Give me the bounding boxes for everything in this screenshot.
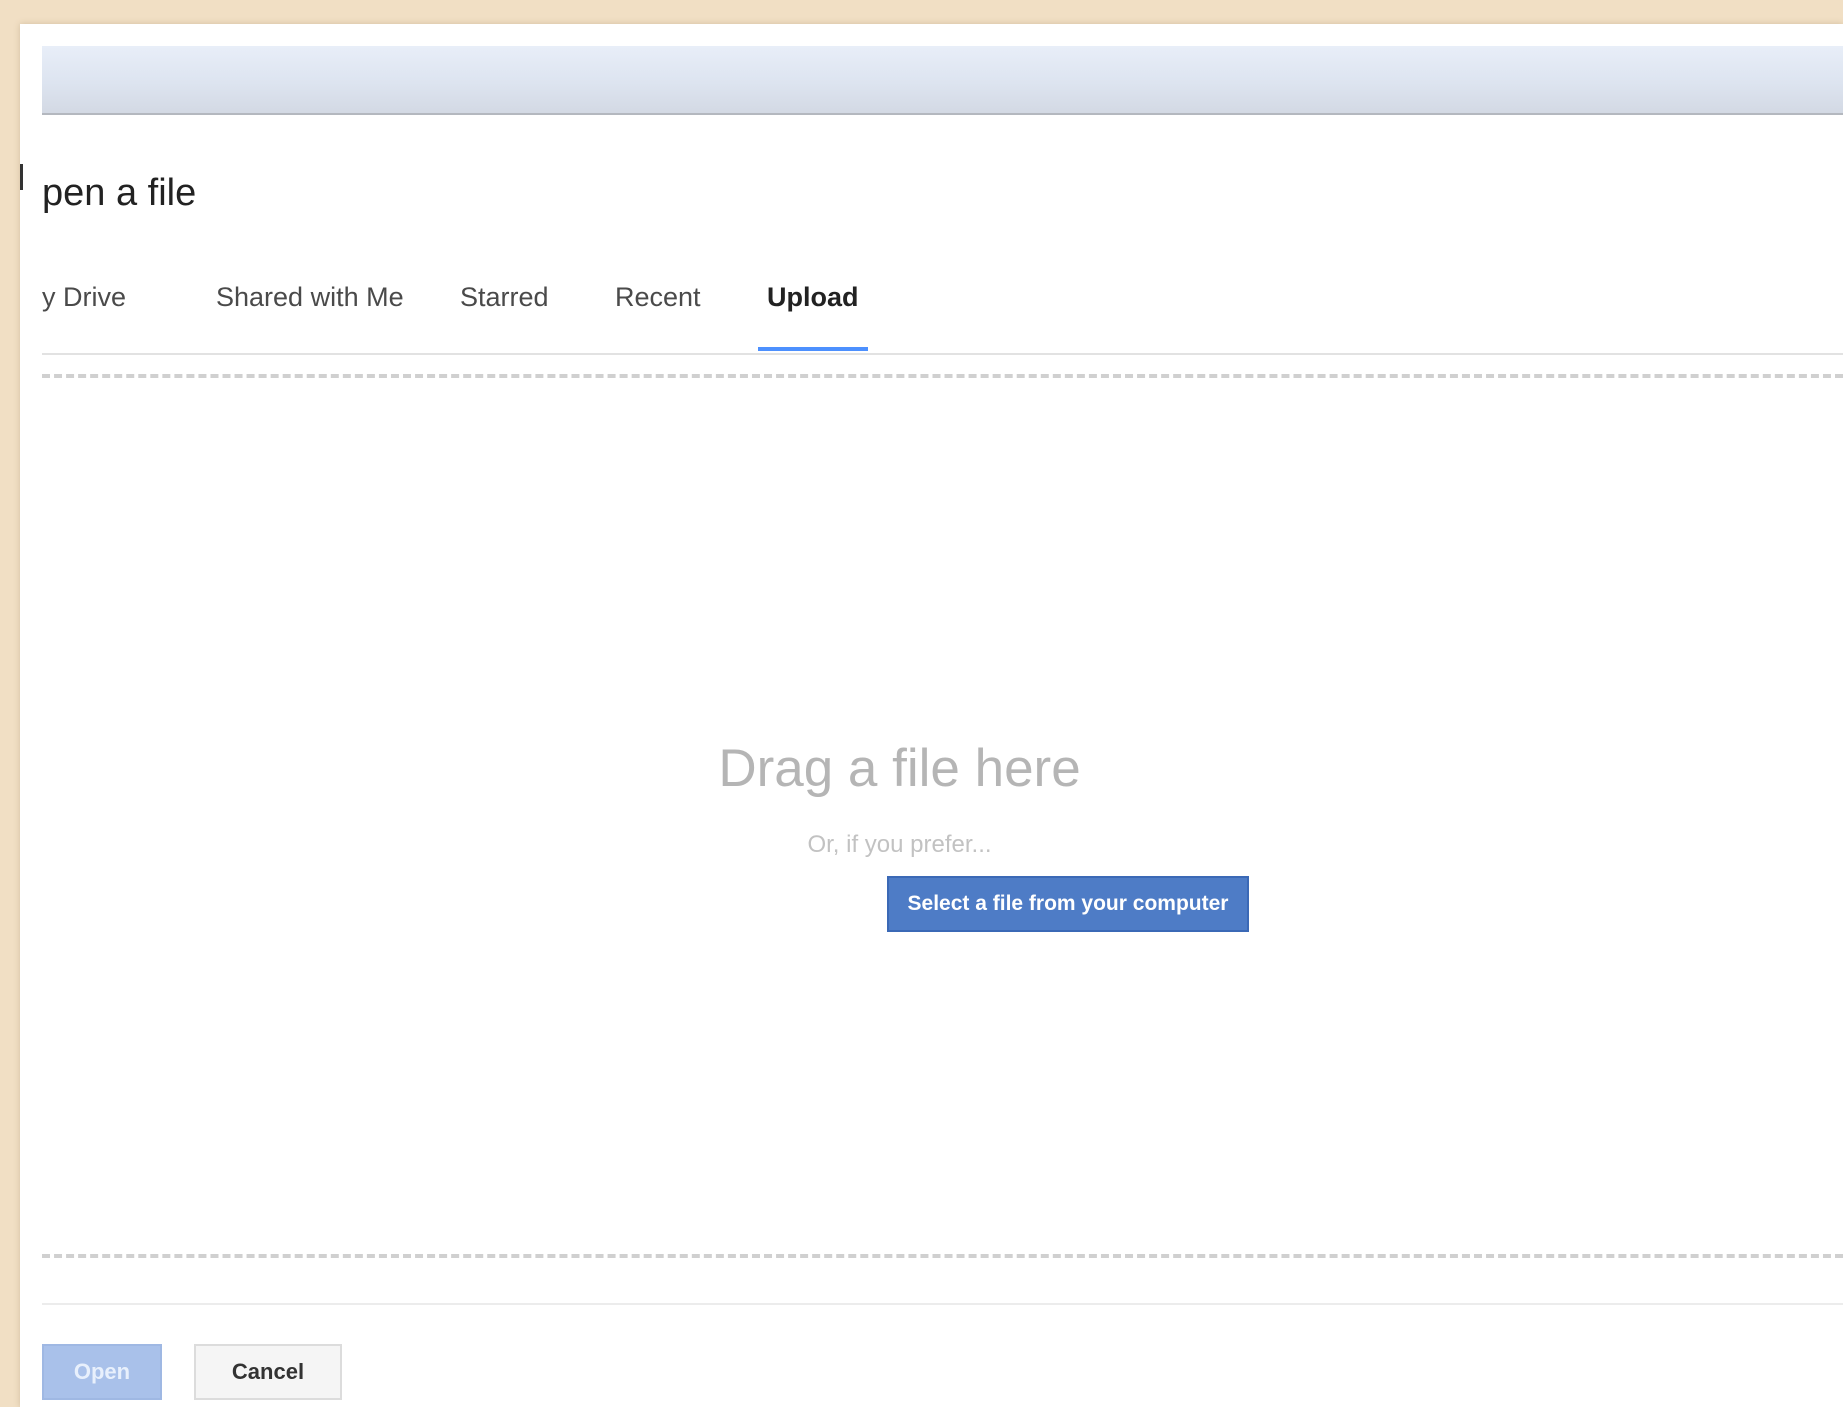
title-cut-edge	[20, 164, 23, 190]
or-prefer-text: Or, if you prefer...	[807, 831, 992, 858]
tab-bar: y Drive Shared with Me Starred Recent Up…	[42, 255, 1843, 355]
dialog-title: pen a file	[42, 172, 197, 214]
tab-shared-with-me[interactable]: Shared with Me	[207, 255, 413, 351]
drag-file-prompt: Drag a file here	[718, 739, 1081, 798]
footer-divider	[42, 1303, 1843, 1305]
cancel-button[interactable]: Cancel	[194, 1344, 342, 1400]
tab-my-drive[interactable]: y Drive	[33, 255, 135, 351]
open-button[interactable]: Open	[42, 1344, 162, 1400]
dialog-title-bar[interactable]	[42, 46, 1843, 115]
drop-zone-bottom-border	[42, 1254, 1843, 1258]
upload-drop-zone[interactable]: Drag a file here Or, if you prefer... Se…	[42, 400, 1843, 1270]
tab-upload[interactable]: Upload	[758, 255, 868, 351]
open-file-dialog: pen a file y Drive Shared with Me Starre…	[20, 24, 1843, 1407]
drop-zone-top-border	[42, 374, 1843, 378]
tab-recent[interactable]: Recent	[606, 255, 710, 351]
tab-starred[interactable]: Starred	[451, 255, 558, 351]
select-file-button[interactable]: Select a file from your computer	[887, 876, 1249, 932]
